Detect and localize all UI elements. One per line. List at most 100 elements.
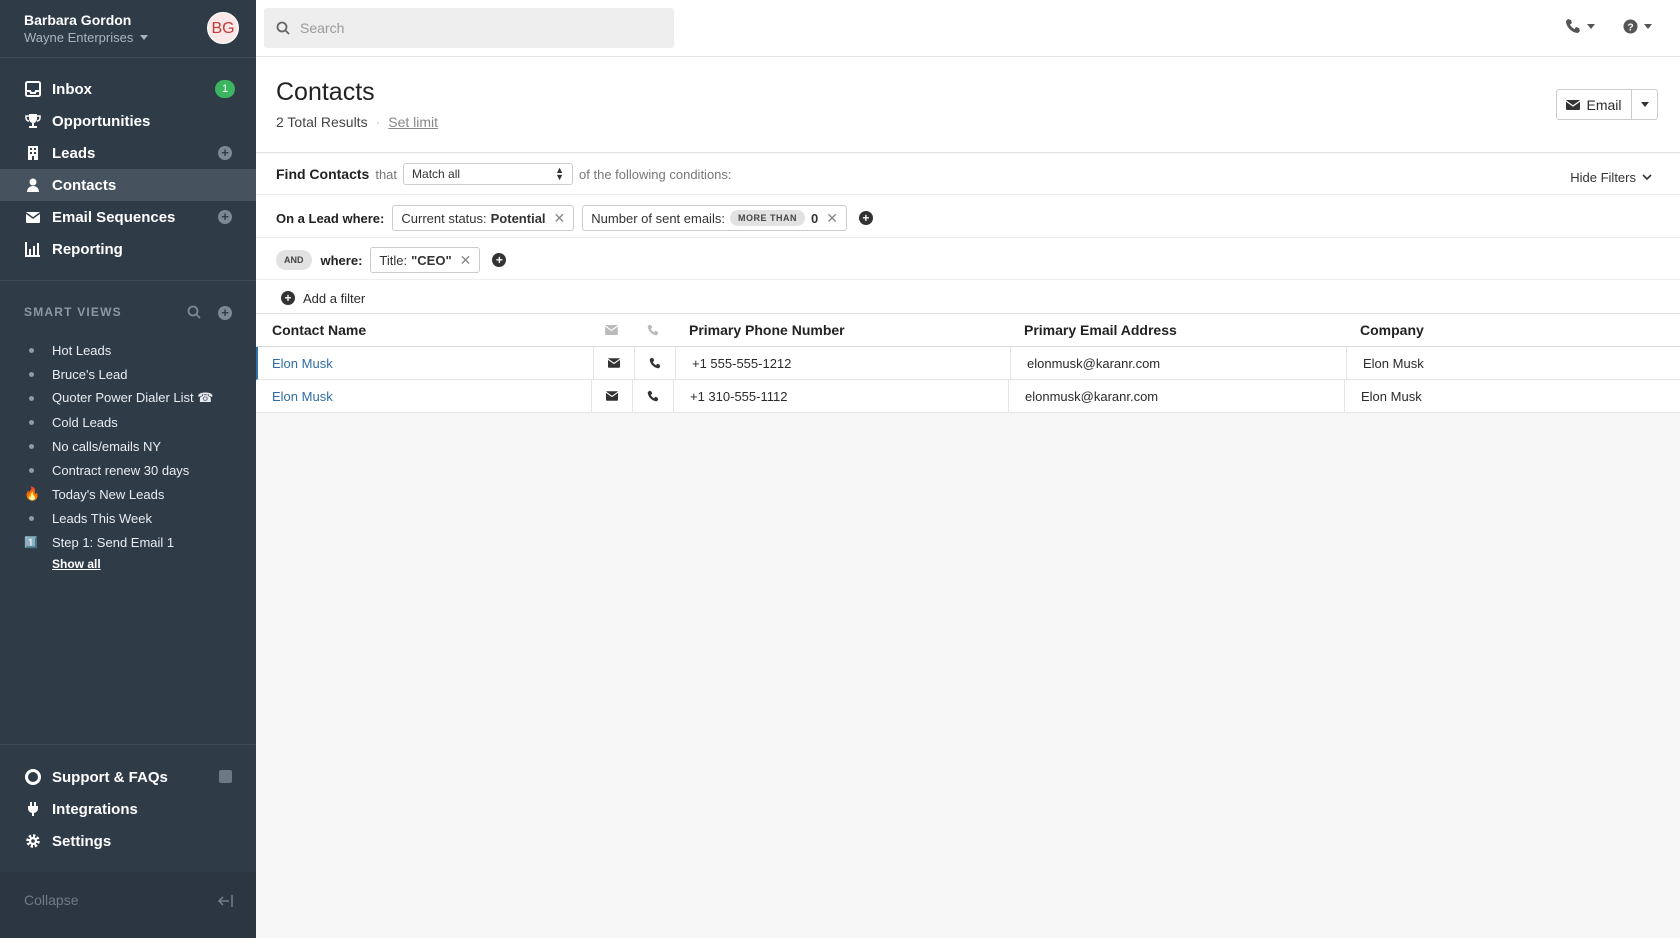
nav-item-integrations[interactable]: Integrations — [0, 793, 256, 825]
company-cell: Elon Musk — [1344, 380, 1680, 412]
avatar[interactable]: BG — [207, 12, 239, 44]
gear-icon — [24, 832, 42, 850]
phone-cell: +1 310-555-1112 — [673, 380, 1008, 412]
match-select[interactable]: Match all ▲ ▼ — [403, 163, 574, 185]
contact-name-link[interactable]: Elon Musk — [272, 389, 333, 404]
org-name[interactable]: Wayne Enterprises — [24, 30, 148, 45]
smart-view-item[interactable]: Cold Leads — [24, 410, 244, 434]
conditions-label: of the following conditions: — [579, 166, 732, 182]
chip-label: Title: — [379, 252, 408, 268]
smart-view-item[interactable]: Hot Leads — [24, 338, 244, 362]
trophy-icon — [24, 112, 42, 130]
hide-filters-label: Hide Filters — [1570, 170, 1636, 185]
filter-chip-sent-emails[interactable]: Number of sent emails: MORE THAN 0 ✕ — [582, 205, 847, 231]
close-icon[interactable]: ✕ — [554, 210, 566, 227]
collapse-bar[interactable]: Collapse — [0, 872, 256, 938]
column-header-phone[interactable]: Primary Phone Number — [673, 314, 1008, 346]
bullet-icon — [29, 419, 34, 425]
smart-view-item[interactable]: Quoter Power Dialer List ☎ — [24, 386, 244, 410]
contacts-table: Contact Name Primary Phone Number Primar… — [256, 314, 1680, 413]
smart-view-item[interactable]: No calls/emails NY — [24, 434, 244, 458]
phone-column-icon — [632, 314, 673, 346]
bullet-icon — [29, 443, 34, 449]
add-lead-icon[interactable]: + — [218, 146, 232, 160]
close-icon[interactable]: ✕ — [460, 252, 472, 269]
chip-label: Current status: — [401, 210, 487, 226]
plug-icon — [24, 800, 42, 818]
nav-item-reporting[interactable]: Reporting — [0, 233, 256, 265]
where-label: where: — [320, 252, 363, 268]
nav-item-support[interactable]: Support & FAQs — [0, 761, 256, 793]
email-cell: elonmusk@karanr.com — [1010, 347, 1346, 379]
nav-label: Opportunities — [52, 112, 151, 130]
building-icon — [24, 144, 42, 162]
close-icon[interactable]: ✕ — [826, 210, 838, 227]
smart-view-item[interactable]: Bruce's Lead — [24, 362, 244, 386]
lifebuoy-icon — [24, 768, 42, 786]
nav-item-email-sequences[interactable]: Email Sequences + — [0, 201, 256, 233]
call-action-icon[interactable] — [632, 380, 673, 412]
page-title: Contacts — [276, 78, 375, 106]
add-condition-icon[interactable]: + — [492, 253, 507, 267]
column-header-contact-name[interactable]: Contact Name — [256, 314, 591, 346]
plus-circle-icon: + — [281, 291, 295, 305]
smart-view-item[interactable]: 1️⃣ Step 1: Send Email 1 — [24, 530, 244, 554]
column-header-company[interactable]: Company — [1344, 314, 1680, 346]
user-menu[interactable]: Barbara Gordon Wayne Enterprises — [24, 12, 148, 45]
nav-label: Contacts — [52, 176, 117, 194]
divider — [256, 194, 1680, 195]
inbox-icon — [24, 80, 42, 98]
help-icon: ? — [1623, 18, 1638, 34]
collapse-icon[interactable] — [217, 894, 233, 911]
add-condition-icon[interactable]: + — [858, 211, 873, 225]
table-row[interactable]: Elon Musk +1 310-555-1112 elonmusk@karan… — [256, 380, 1680, 413]
phone-menu-button[interactable] — [1565, 18, 1595, 34]
nav-item-opportunities[interactable]: Opportunities — [0, 105, 256, 137]
chart-icon — [24, 240, 42, 258]
nav-item-settings[interactable]: Settings — [0, 825, 256, 857]
nav-item-contacts[interactable]: Contacts — [0, 169, 256, 201]
phone-icon — [1566, 19, 1580, 33]
envelope-icon — [1566, 99, 1581, 110]
help-menu-button[interactable]: ? — [1623, 18, 1652, 34]
chip-label: Number of sent emails: — [591, 210, 725, 226]
chevron-down-icon — [1644, 23, 1652, 29]
match-value: Match all — [412, 167, 461, 181]
email-action-icon[interactable] — [593, 347, 634, 379]
email-action-icon[interactable] — [591, 380, 632, 412]
show-all-link[interactable]: Show all — [52, 557, 101, 571]
set-limit-link[interactable]: Set limit — [388, 114, 438, 130]
company-cell: Elon Musk — [1346, 347, 1680, 379]
add-sequence-icon[interactable]: + — [218, 210, 232, 224]
smart-view-item[interactable]: Contract renew 30 days — [24, 458, 244, 482]
add-smart-view-icon[interactable]: + — [218, 306, 232, 320]
search-input[interactable]: Search — [264, 8, 674, 48]
add-filter-button[interactable]: + Add a filter — [281, 287, 365, 309]
filter-chip-status[interactable]: Current status: Potential ✕ — [392, 205, 575, 231]
divider — [256, 279, 1680, 280]
search-icon[interactable] — [187, 305, 201, 322]
column-header-email[interactable]: Primary Email Address — [1008, 314, 1344, 346]
email-column-icon — [591, 314, 632, 346]
filter-chip-title[interactable]: Title: "CEO" ✕ — [370, 247, 481, 273]
hide-filters-button[interactable]: Hide Filters — [1570, 170, 1652, 185]
smart-view-item[interactable]: 🔥 Today's New Leads — [24, 482, 244, 506]
call-action-icon[interactable] — [634, 347, 675, 379]
smart-view-label: Hot Leads — [52, 342, 112, 358]
smart-view-item[interactable]: Leads This Week — [24, 506, 244, 530]
lead-filter-row: On a Lead where: Current status: Potentia… — [276, 204, 873, 232]
email-dropdown-button[interactable] — [1632, 90, 1657, 119]
contact-name-link[interactable]: Elon Musk — [272, 356, 333, 371]
nav-item-leads[interactable]: Leads + — [0, 137, 256, 169]
nav-item-inbox[interactable]: Inbox 1 — [0, 73, 256, 105]
title-filter-row: AND where: Title: "CEO" ✕ + — [276, 246, 507, 274]
nav-label: Integrations — [52, 800, 138, 818]
page-header: Contacts 2 Total Results · Set limit Email — [256, 58, 1680, 153]
nav-label: Settings — [52, 832, 112, 850]
email-button[interactable]: Email — [1557, 90, 1632, 119]
smart-view-label: Today's New Leads — [52, 486, 165, 502]
table-header: Contact Name Primary Phone Number Primar… — [256, 314, 1680, 347]
table-row[interactable]: Elon Musk +1 555-555-1212 elonmusk@karan… — [256, 347, 1680, 380]
smart-views-heading: SMART VIEWS — [24, 305, 122, 319]
find-label: Find Contacts — [276, 166, 370, 182]
